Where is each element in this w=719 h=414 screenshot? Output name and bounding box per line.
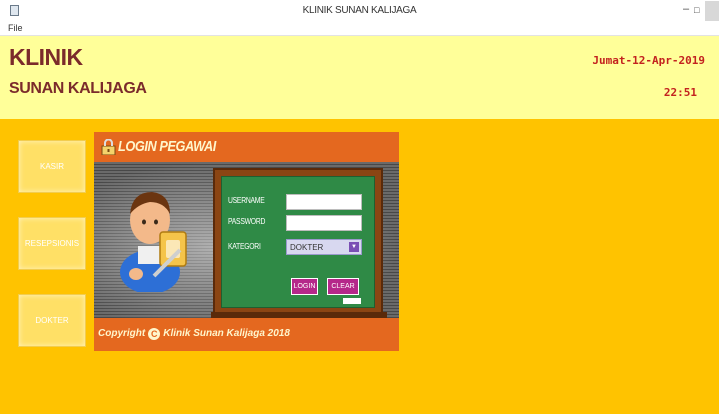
copyright-text: Klinik Sunan Kalijaga 2018	[163, 328, 290, 339]
username-input[interactable]	[286, 194, 362, 210]
password-input[interactable]	[286, 215, 362, 231]
kategori-selected-value: DOKTER	[290, 243, 324, 252]
resepsionis-button[interactable]: RESEPSIONIS	[18, 217, 86, 270]
chalk-eraser	[343, 298, 361, 304]
login-panel-footer: Copyright C Klinik Sunan Kalijaga 2018	[94, 318, 399, 351]
user-avatar-icon	[120, 192, 187, 292]
padlock-icon	[101, 139, 116, 155]
login-button[interactable]: LOGIN	[291, 278, 318, 295]
chalkboard-surface: USERNAME PASSWORD KATEGORI DOKTER ▼ LOGI…	[221, 176, 375, 308]
clinic-name-line1: KLINIK	[9, 44, 83, 70]
chalkboard-form: USERNAME PASSWORD KATEGORI DOKTER ▼ LOGI…	[211, 168, 387, 318]
copyright-notice: Copyright C Klinik Sunan Kalijaga 2018	[98, 328, 290, 340]
copyright-icon: C	[148, 328, 161, 340]
copyright-prefix: Copyright	[98, 328, 146, 339]
kategori-select[interactable]: DOKTER ▼	[286, 239, 362, 255]
login-panel-header: LOGIN PEGAWAI	[94, 132, 399, 162]
title-bar: KLINIK SUNAN KALIJAGA – □	[0, 0, 719, 22]
login-panel: LOGIN PEGAWAI USERNAME PASSWORD KATEGORI…	[94, 132, 399, 351]
maximize-button[interactable]: □	[694, 5, 699, 15]
username-label: USERNAME	[228, 196, 265, 205]
clinic-name-line2: SUNAN KALIJAGA	[9, 80, 147, 97]
login-heading: LOGIN PEGAWAI	[118, 138, 216, 155]
minimize-button[interactable]: –	[683, 3, 689, 15]
header-banner: KLINIK SUNAN KALIJAGA Jumat-12-Apr-2019 …	[0, 36, 719, 119]
dokter-button[interactable]: DOKTER	[18, 294, 86, 347]
kasir-button[interactable]: KASIR	[18, 140, 86, 193]
window-title: KLINIK SUNAN KALIJAGA	[302, 5, 417, 16]
clear-button[interactable]: CLEAR	[327, 278, 359, 295]
chevron-down-icon[interactable]: ▼	[349, 242, 359, 252]
close-button[interactable]	[705, 1, 719, 21]
menu-bar: File	[0, 22, 719, 36]
date-display: Jumat-12-Apr-2019	[592, 54, 705, 67]
time-display: 22:51	[663, 86, 697, 99]
password-label: PASSWORD	[228, 217, 266, 226]
kategori-label: KATEGORI	[228, 242, 261, 251]
menu-file[interactable]: File	[8, 23, 23, 33]
